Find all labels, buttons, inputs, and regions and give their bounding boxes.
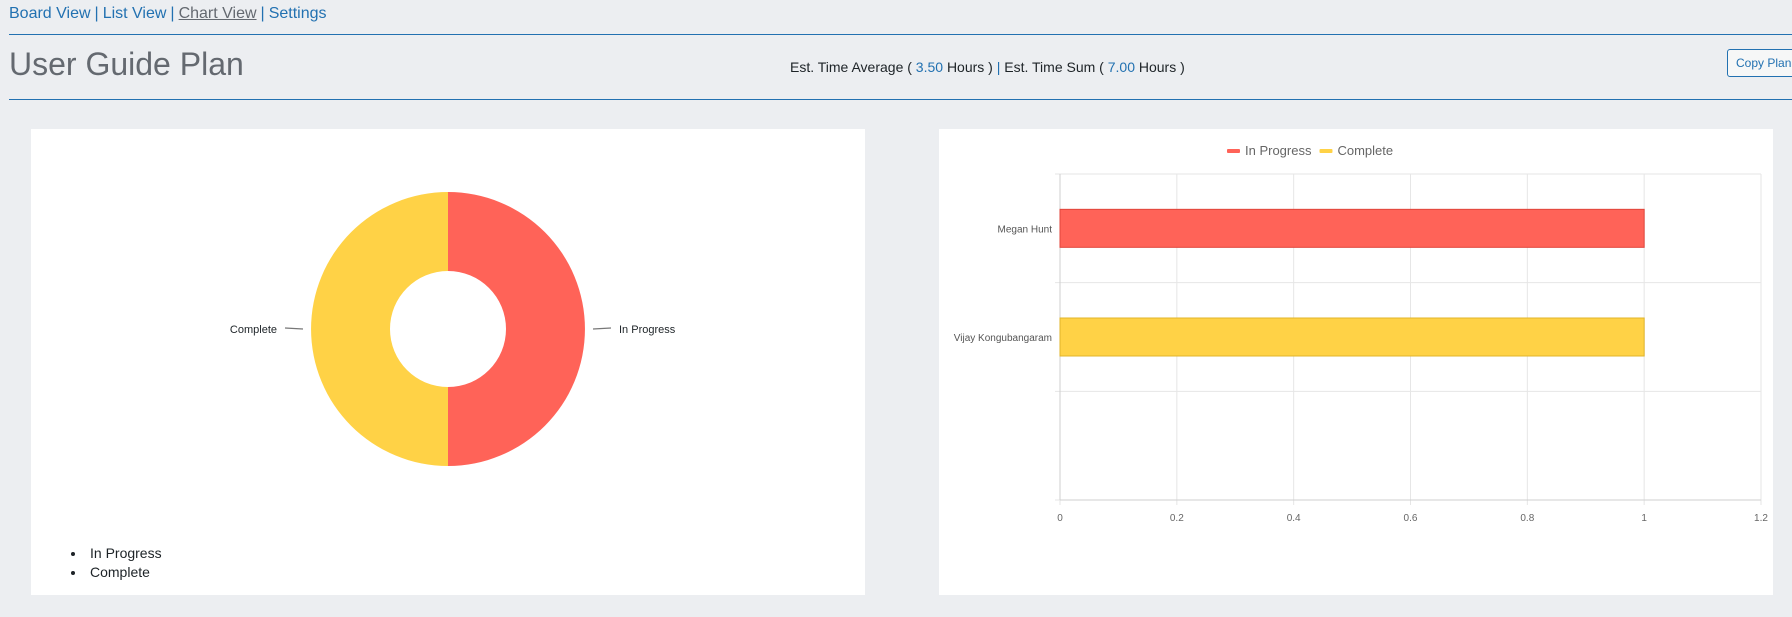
donut-slice-complete[interactable]: [311, 192, 448, 466]
legend-item-complete: Complete: [71, 563, 162, 582]
estimate-summary: Est. Time Average ( 3.50 Hours ) | Est. …: [790, 59, 1185, 75]
assignee-bar-chart: 0 0.2 0.4 0.6 0.8 1 1.2 Megan Hunt Vijay Konguba…: [954, 143, 1769, 524]
title-divider: [9, 99, 1792, 100]
list-view-link[interactable]: List View: [103, 5, 167, 22]
donut-slice-in-progress[interactable]: [448, 192, 585, 466]
legend-swatch: [1319, 149, 1333, 153]
status-donut-chart: In Progress Complete: [230, 192, 676, 466]
y-category-label: Vijay Kongubangaram: [954, 333, 1052, 344]
est-avg-unit: Hours ): [946, 59, 993, 75]
est-sum-unit: Hours ): [1138, 59, 1185, 75]
x-tick-label: 0.8: [1520, 513, 1534, 524]
x-tick-label: 0: [1057, 513, 1063, 524]
y-category-label: Megan Hunt: [998, 224, 1053, 235]
bar-vijay-kongubangaram[interactable]: [1059, 317, 1645, 357]
legend-swatch: [1227, 149, 1240, 153]
assignee-bar-panel: 0 0.2 0.4 0.6 0.8 1 1.2 Megan Hunt Vijay Konguba…: [939, 129, 1773, 595]
nav-separator: |: [94, 5, 99, 22]
legend-label: In Progress: [1245, 143, 1312, 158]
est-divider: |: [996, 59, 1001, 75]
legend-label: Complete: [1337, 143, 1393, 158]
est-avg-label: Est. Time Average (: [790, 59, 912, 75]
legend-item-in-progress: In Progress: [71, 544, 162, 563]
x-tick-label: 0.6: [1404, 513, 1418, 524]
x-tick-label: 1: [1641, 513, 1647, 524]
x-tick-label: 0.2: [1170, 513, 1184, 524]
settings-link[interactable]: Settings: [269, 5, 327, 22]
slice-label-connector: [284, 327, 304, 330]
nav-separator: |: [170, 5, 175, 22]
x-tick-label: 0.4: [1287, 513, 1301, 524]
bar-megan-hunt[interactable]: [1059, 208, 1645, 248]
slice-label: In Progress: [619, 324, 676, 336]
x-tick-label: 1.2: [1754, 513, 1768, 524]
page-title: User Guide Plan: [9, 46, 244, 82]
board-view-link[interactable]: Board View: [9, 5, 91, 22]
nav-separator: |: [260, 5, 265, 22]
copy-plan-link-button[interactable]: Copy Plan Link: [1727, 49, 1792, 77]
slice-label: Complete: [230, 324, 277, 336]
slice-label-connector: [592, 327, 612, 330]
est-sum-value: 7.00: [1107, 59, 1135, 75]
est-avg-value: 3.50: [915, 59, 944, 75]
chart-view-link[interactable]: Chart View: [179, 5, 257, 22]
view-nav: Board View | List View | Chart View | Settings: [9, 5, 327, 23]
donut-legend: In Progress Complete: [71, 544, 162, 582]
status-donut-panel: In ProgressComplete In Progress Complete: [31, 129, 865, 595]
est-sum-label: Est. Time Sum (: [1004, 59, 1104, 75]
header-divider: [9, 34, 1792, 35]
